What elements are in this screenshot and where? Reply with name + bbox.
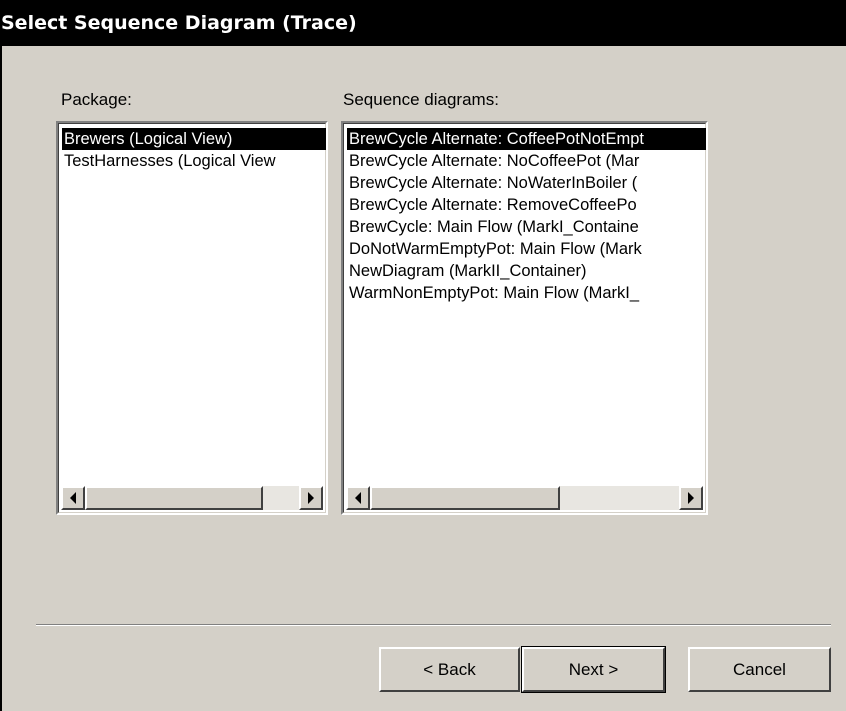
sequence-diagrams-label: Sequence diagrams:: [343, 90, 499, 109]
package-scroll-thumb[interactable]: [85, 486, 263, 510]
package-scroll-right-button[interactable]: [299, 486, 323, 510]
sequence-scroll-right-button[interactable]: [679, 486, 703, 510]
package-item-brewers[interactable]: Brewers (Logical View): [62, 128, 326, 150]
package-hscrollbar[interactable]: [61, 486, 323, 510]
next-button[interactable]: Next >: [521, 646, 666, 693]
diagram-item[interactable]: BrewCycle: Main Flow (MarkI_Containe: [347, 216, 706, 238]
scroll-right-arrow-icon: [308, 492, 314, 504]
package-label: Package:: [61, 90, 132, 109]
package-scroll-left-button[interactable]: [61, 486, 85, 510]
cancel-button[interactable]: Cancel: [688, 647, 831, 692]
scroll-left-arrow-icon: [70, 492, 76, 504]
diagram-item[interactable]: BrewCycle Alternate: CoffeePotNotEmpt: [347, 128, 706, 150]
diagram-item[interactable]: BrewCycle Alternate: RemoveCoffeePo: [347, 194, 706, 216]
scroll-left-arrow-icon: [355, 492, 361, 504]
package-listbox-frame: [58, 123, 326, 513]
diagram-item[interactable]: NewDiagram (MarkII_Container): [347, 260, 706, 282]
diagram-item[interactable]: BrewCycle Alternate: NoCoffeePot (Mar: [347, 150, 706, 172]
sequence-hscrollbar[interactable]: [346, 486, 703, 510]
diagram-item[interactable]: DoNotWarmEmptyPot: Main Flow (Mark: [347, 238, 706, 260]
package-list-items: Brewers (Logical View) TestHarnesses (Lo…: [62, 128, 326, 172]
scroll-right-arrow-icon: [688, 492, 694, 504]
sequence-scroll-left-button[interactable]: [346, 486, 370, 510]
diagram-item[interactable]: WarmNonEmptyPot: Main Flow (MarkI_: [347, 282, 706, 304]
footer-separator: [36, 624, 831, 626]
back-button[interactable]: < Back: [379, 647, 520, 692]
package-item-testharnesses[interactable]: TestHarnesses (Logical View: [62, 150, 326, 172]
window-left-edge: [0, 46, 2, 711]
dialog-title: Select Sequence Diagram (Trace): [0, 0, 846, 46]
diagram-item[interactable]: BrewCycle Alternate: NoWaterInBoiler (: [347, 172, 706, 194]
package-listbox[interactable]: Brewers (Logical View) TestHarnesses (Lo…: [56, 121, 328, 515]
sequence-diagrams-listbox[interactable]: BrewCycle Alternate: CoffeePotNotEmpt Br…: [341, 121, 708, 515]
sequence-list-items: BrewCycle Alternate: CoffeePotNotEmpt Br…: [347, 128, 706, 304]
sequence-scroll-thumb[interactable]: [370, 486, 560, 510]
